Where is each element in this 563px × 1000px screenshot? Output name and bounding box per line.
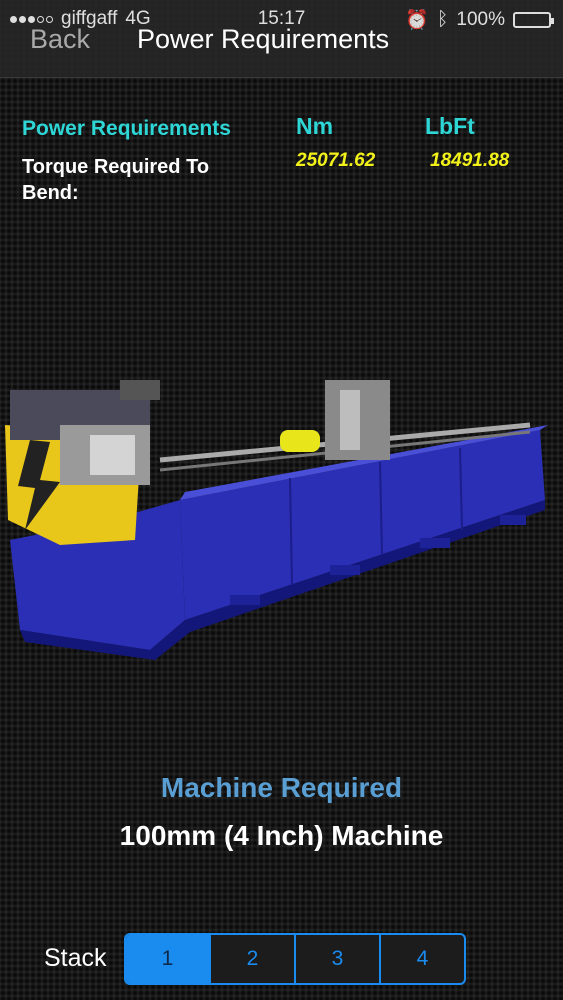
stack-option-3[interactable]: 3 (296, 935, 381, 983)
battery-percent: 100% (456, 9, 505, 30)
alarm-icon: ⏰ (405, 10, 429, 31)
stack-label: Stack (44, 944, 107, 972)
back-button[interactable]: Back (30, 24, 90, 55)
unit-lbft-header: LbFt (425, 113, 475, 139)
stack-option-1[interactable]: 1 (126, 935, 211, 983)
machine-name: 100mm (4 Inch) Machine (119, 820, 444, 851)
torque-lbft-value: 18491.88 (430, 150, 510, 171)
tube-bending-machine-image (5, 380, 548, 660)
battery-icon (513, 12, 554, 28)
bluetooth-icon: ᛒ (436, 9, 449, 30)
unit-nm-header: Nm (296, 113, 334, 139)
stack-option-2[interactable]: 2 (211, 935, 296, 983)
page-title: Power Requirements (137, 24, 390, 54)
power-requirements-heading: Power Requirements (22, 117, 231, 140)
torque-required-label: Torque Required To Bend: (22, 156, 210, 204)
machine-required-label: Machine Required (160, 772, 403, 803)
stack-option-4[interactable]: 4 (381, 935, 464, 983)
status-right: ⏰ ᛒ 100% (405, 8, 554, 32)
stack-segmented-control: 1 2 3 4 (124, 933, 466, 985)
torque-nm-value: 25071.62 (296, 150, 376, 171)
navigation-bar: giffgaff 4G 15:17 ⏰ ᛒ 100% Back Power Re… (0, 0, 563, 78)
